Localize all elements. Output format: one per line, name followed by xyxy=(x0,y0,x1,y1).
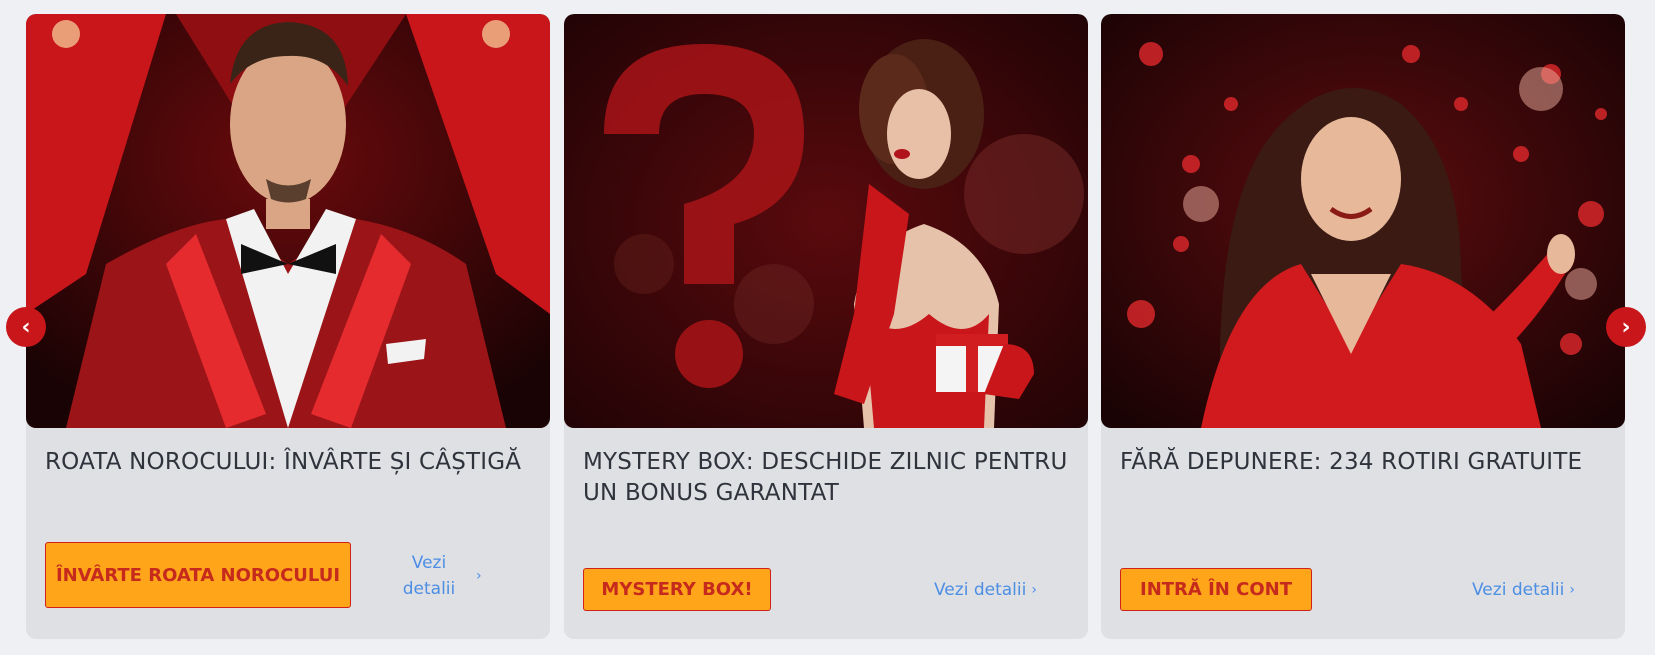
promo-card: FĂRĂ DEPUNERE: 234 ROTIRI GRATUITE INTRĂ… xyxy=(1101,14,1625,639)
chevron-right-icon: › xyxy=(1621,314,1631,340)
details-link[interactable]: Vezi detalii › xyxy=(934,577,1037,603)
details-link-label: Vezi detalii xyxy=(934,580,1027,600)
promo-card: MYSTERY BOX: DESCHIDE ZILNIC PENTRU UN B… xyxy=(564,14,1088,639)
promotions-carousel: ROATA NOROCULUI: ÎNVÂRTE ȘI CÂȘTIGĂ ÎNVÂ… xyxy=(0,0,1655,655)
chevron-right-icon: › xyxy=(476,568,482,584)
chevron-right-icon: › xyxy=(1569,582,1575,598)
login-button[interactable]: INTRĂ ÎN CONT xyxy=(1120,568,1312,611)
mystery-box-button[interactable]: MYSTERY BOX! xyxy=(583,568,771,611)
promo-title: FĂRĂ DEPUNERE: 234 ROTIRI GRATUITE xyxy=(1120,449,1583,475)
details-link-label: Vezi detalii xyxy=(1472,580,1565,600)
promo-title: MYSTERY BOX: DESCHIDE ZILNIC PENTRU UN B… xyxy=(583,449,1068,506)
promo-image-man-tuxedo[interactable] xyxy=(26,14,550,428)
details-link[interactable]: Vezi detalii › xyxy=(398,550,508,602)
carousel-prev-button[interactable]: ‹ xyxy=(6,307,46,347)
spin-wheel-button[interactable]: ÎNVÂRTE ROATA NOROCULUI xyxy=(45,542,351,608)
promo-title: ROATA NOROCULUI: ÎNVÂRTE ȘI CÂȘTIGĂ xyxy=(45,449,522,475)
promo-card: ROATA NOROCULUI: ÎNVÂRTE ȘI CÂȘTIGĂ ÎNVÂ… xyxy=(26,14,550,639)
details-link-label: Vezi detalii xyxy=(402,553,456,599)
chevron-left-icon: ‹ xyxy=(21,314,31,340)
carousel-next-button[interactable]: › xyxy=(1606,307,1646,347)
details-link[interactable]: Vezi detalii › xyxy=(1472,577,1575,603)
promo-image-woman-gift[interactable] xyxy=(564,14,1088,428)
promo-image-woman-chips[interactable] xyxy=(1101,14,1625,428)
chevron-right-icon: › xyxy=(1031,582,1037,598)
